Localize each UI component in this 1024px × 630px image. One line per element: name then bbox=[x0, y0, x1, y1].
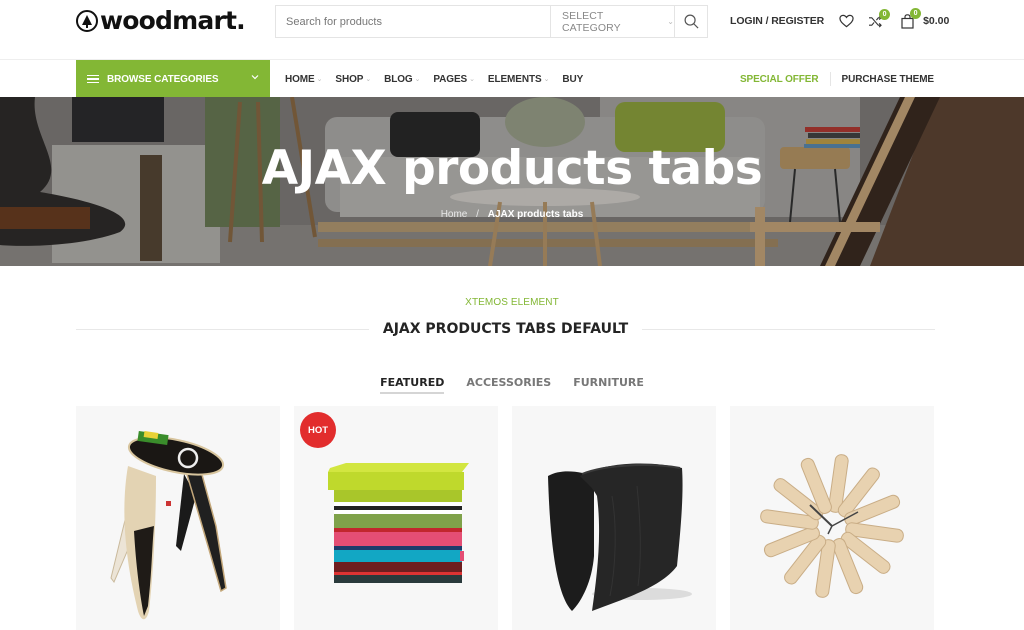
breadcrumb: Home / AJAX products tabs bbox=[0, 209, 1024, 220]
wishlist-button[interactable] bbox=[839, 14, 854, 28]
menu-item-label: BLOG bbox=[384, 73, 413, 85]
search-icon bbox=[684, 14, 698, 29]
product-card[interactable] bbox=[512, 406, 716, 630]
menu-item-buy[interactable]: BUY bbox=[562, 74, 583, 85]
menu-item-label: SHOP bbox=[335, 73, 364, 85]
logo-text: woodmart. bbox=[100, 6, 246, 35]
compare-count-badge: 0 bbox=[879, 8, 891, 20]
product-card[interactable] bbox=[76, 406, 280, 630]
product-image-striped-storage-ottoman[interactable] bbox=[294, 406, 498, 630]
tab-furniture[interactable]: FURNITURE bbox=[573, 376, 644, 394]
nav-right: SPECIAL OFFER PURCHASE THEME bbox=[740, 60, 934, 98]
login-register-link[interactable]: LOGIN / REGISTER bbox=[730, 15, 824, 27]
chevron-down-icon bbox=[251, 75, 259, 80]
menu-item-label: PAGES bbox=[433, 73, 468, 85]
chevron-down-icon: ⌄ bbox=[667, 17, 674, 26]
search-button[interactable] bbox=[674, 6, 707, 37]
browse-categories-button[interactable]: BROWSE CATEGORIES bbox=[76, 60, 270, 98]
menu-item-label: ELEMENTS bbox=[487, 73, 542, 85]
section-title: AJAX PRODUCTS TABS DEFAULT bbox=[382, 321, 629, 337]
tab-accessories[interactable]: ACCESSORIES bbox=[466, 376, 551, 394]
breadcrumb-home-link[interactable]: Home bbox=[441, 209, 468, 220]
section-title-row: AJAX PRODUCTS TABS DEFAULT bbox=[76, 319, 936, 339]
chevron-down-icon: ⌄ bbox=[316, 76, 323, 83]
cart-count-badge: 0 bbox=[910, 7, 922, 19]
menu-item-elements[interactable]: ELEMENTS ⌄ bbox=[487, 73, 550, 85]
product-image-skateboard-stool[interactable] bbox=[76, 406, 280, 630]
main-navigation: BROWSE CATEGORIES HOME ⌄ SHOP ⌄ BLOG ⌄ PAGE… bbox=[0, 59, 1024, 98]
product-card[interactable]: HOT bbox=[294, 406, 498, 630]
section-subtitle: XTEMOS ELEMENT bbox=[465, 297, 559, 308]
logo[interactable]: woodmart. bbox=[76, 6, 246, 35]
heart-icon bbox=[839, 14, 854, 28]
tree-circle-icon bbox=[76, 10, 98, 32]
products-tabs: FEATURED ACCESSORIES FURNITURE bbox=[0, 376, 1024, 394]
chevron-down-icon: ⌄ bbox=[469, 76, 475, 83]
page-title: AJAX products tabs bbox=[261, 141, 763, 196]
menu-item-blog[interactable]: BLOG ⌄ bbox=[384, 74, 420, 85]
product-grid: HOT bbox=[76, 406, 935, 630]
header-actions: LOGIN / REGISTER 0 0 $0.00 bbox=[730, 7, 950, 31]
breadcrumb-current: AJAX products tabs bbox=[487, 209, 584, 220]
title-divider-left bbox=[76, 328, 369, 330]
search-bar: SELECT CATEGORY ⌄ bbox=[275, 5, 708, 38]
browse-categories-label: BROWSE CATEGORIES bbox=[107, 73, 219, 85]
special-offer-link[interactable]: SPECIAL OFFER bbox=[740, 74, 819, 85]
menu-item-pages[interactable]: PAGES ⌄ bbox=[433, 74, 475, 85]
tab-featured[interactable]: FEATURED bbox=[380, 376, 445, 394]
product-image-black-wooden-stool[interactable] bbox=[512, 406, 716, 630]
breadcrumb-separator: / bbox=[476, 209, 479, 220]
product-image-wooden-ribbon-wall-clock[interactable] bbox=[730, 406, 934, 630]
chevron-down-icon: ⌄ bbox=[365, 76, 372, 83]
product-card[interactable] bbox=[730, 406, 934, 630]
chevron-down-icon: ⌄ bbox=[414, 76, 421, 83]
title-divider-right bbox=[642, 328, 936, 330]
cart-total: $0.00 bbox=[923, 15, 950, 27]
cart-button[interactable]: 0 bbox=[901, 7, 922, 29]
category-select-label: SELECT CATEGORY bbox=[562, 9, 621, 34]
menu-item-shop[interactable]: SHOP ⌄ bbox=[335, 74, 371, 85]
nav-divider bbox=[829, 72, 831, 86]
purchase-theme-link[interactable]: PURCHASE THEME bbox=[842, 74, 935, 85]
search-input[interactable] bbox=[276, 6, 550, 37]
compare-button[interactable]: 0 bbox=[868, 8, 891, 28]
menu: HOME ⌄ SHOP ⌄ BLOG ⌄ PAGES ⌄ ELEMENTS ⌄ BUY bbox=[285, 60, 596, 98]
category-select[interactable]: SELECT CATEGORY ⌄ bbox=[550, 6, 674, 37]
page-title-banner: AJAX products tabs Home / AJAX products … bbox=[0, 97, 1024, 266]
menu-item-label: BUY bbox=[562, 73, 584, 85]
header-top: woodmart. SELECT CATEGORY ⌄ LOGIN / REGI… bbox=[0, 0, 1024, 59]
menu-item-home[interactable]: HOME ⌄ bbox=[285, 74, 322, 85]
menu-item-label: HOME bbox=[285, 73, 315, 85]
menu-icon bbox=[87, 74, 99, 84]
chevron-down-icon: ⌄ bbox=[543, 76, 550, 83]
